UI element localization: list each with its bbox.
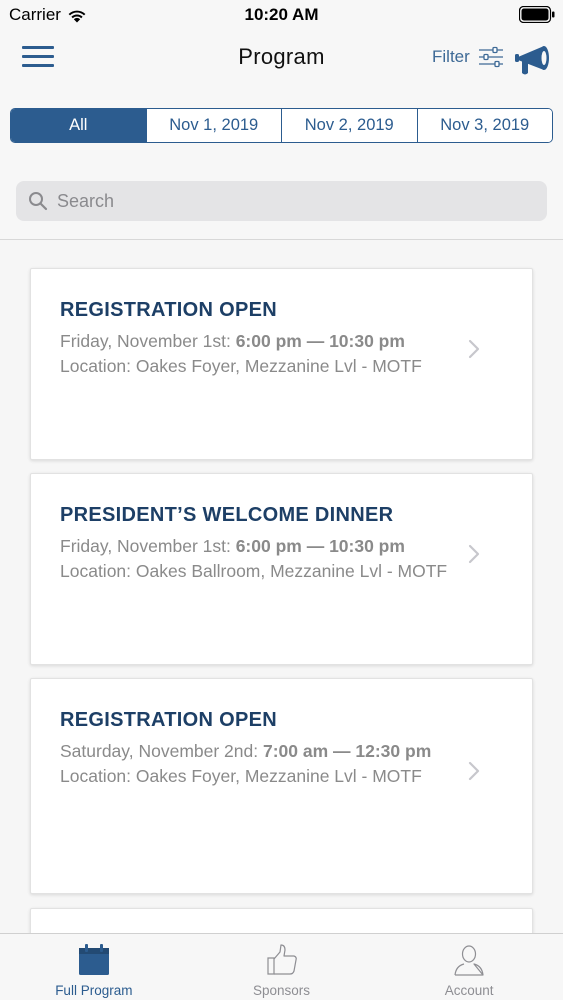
event-location: Location: Oakes Foyer, Mezzanine Lvl - M…: [60, 355, 422, 376]
search-bar-container: [0, 160, 563, 240]
event-details: Saturday, November 2nd: 7:00 am — 12:30 …: [60, 739, 460, 788]
sliders-icon: [478, 46, 503, 68]
segment-all[interactable]: All: [11, 109, 146, 142]
event-location: Location: Oakes Ballroom, Mezzanine Lvl …: [60, 560, 448, 581]
status-bar: Carrier 10:20 AM: [0, 0, 563, 30]
chevron-right-icon: [468, 544, 480, 564]
event-date: Friday, November 1st:: [60, 331, 236, 351]
chevron-right-icon: [468, 761, 480, 781]
event-location: Location: Oakes Foyer, Mezzanine Lvl - M…: [60, 765, 422, 786]
date-filter-bar: All Nov 1, 2019 Nov 2, 2019 Nov 3, 2019: [0, 90, 563, 160]
event-card[interactable]: REGISTRATION OPEN Saturday, November 2nd…: [30, 678, 533, 894]
date-segmented-control: All Nov 1, 2019 Nov 2, 2019 Nov 3, 2019: [10, 108, 553, 143]
search-icon: [29, 192, 48, 211]
event-time: 7:00 am — 12:30 pm: [262, 741, 432, 761]
person-icon: [454, 945, 484, 976]
event-details: Friday, November 1st: 6:00 pm — 10:30 pm…: [60, 329, 460, 378]
megaphone-icon[interactable]: [514, 40, 552, 78]
tab-bar: Full Program Sponsors Account: [0, 933, 563, 1000]
segment-nov-3[interactable]: Nov 3, 2019: [416, 109, 552, 142]
battery-icon: [519, 6, 555, 23]
segment-nov-1[interactable]: Nov 1, 2019: [145, 109, 281, 142]
chevron-right-icon: [468, 339, 480, 359]
segment-nov-2[interactable]: Nov 2, 2019: [281, 109, 417, 142]
tab-sponsors[interactable]: Sponsors: [188, 934, 376, 1000]
event-time: 6:00 pm — 10:30 pm: [235, 331, 405, 351]
tab-label: Full Program: [55, 983, 133, 998]
clock: 10:20 AM: [244, 5, 319, 24]
event-time: 6:00 pm — 10:30 pm: [235, 536, 405, 556]
search-bar: [16, 181, 547, 221]
thumbs-up-icon: [266, 944, 297, 975]
filter-label: Filter: [432, 47, 470, 66]
tab-full-program[interactable]: Full Program: [0, 934, 188, 1000]
calendar-icon: [78, 944, 109, 975]
nav-bar: Program Filter: [0, 30, 563, 90]
event-list: REGISTRATION OPEN Friday, November 1st: …: [0, 240, 563, 933]
event-card[interactable]: REGISTRATION OPEN Friday, November 1st: …: [30, 268, 533, 460]
event-title: REGISTRATION OPEN: [60, 709, 277, 731]
event-card[interactable]: [30, 908, 533, 933]
event-title: PRESIDENT’S WELCOME DINNER: [60, 504, 394, 526]
event-details: Friday, November 1st: 6:00 pm — 10:30 pm…: [60, 534, 460, 583]
search-input[interactable]: [57, 190, 517, 212]
event-card[interactable]: PRESIDENT’S WELCOME DINNER Friday, Novem…: [30, 473, 533, 665]
tab-label: Sponsors: [252, 983, 311, 998]
event-date: Saturday, November 2nd:: [60, 741, 263, 761]
tab-label: Account: [444, 983, 494, 998]
filter-button[interactable]: Filter: [432, 46, 504, 68]
event-title: REGISTRATION OPEN: [60, 299, 277, 321]
event-date: Friday, November 1st:: [60, 536, 236, 556]
tab-account[interactable]: Account: [375, 934, 563, 1000]
